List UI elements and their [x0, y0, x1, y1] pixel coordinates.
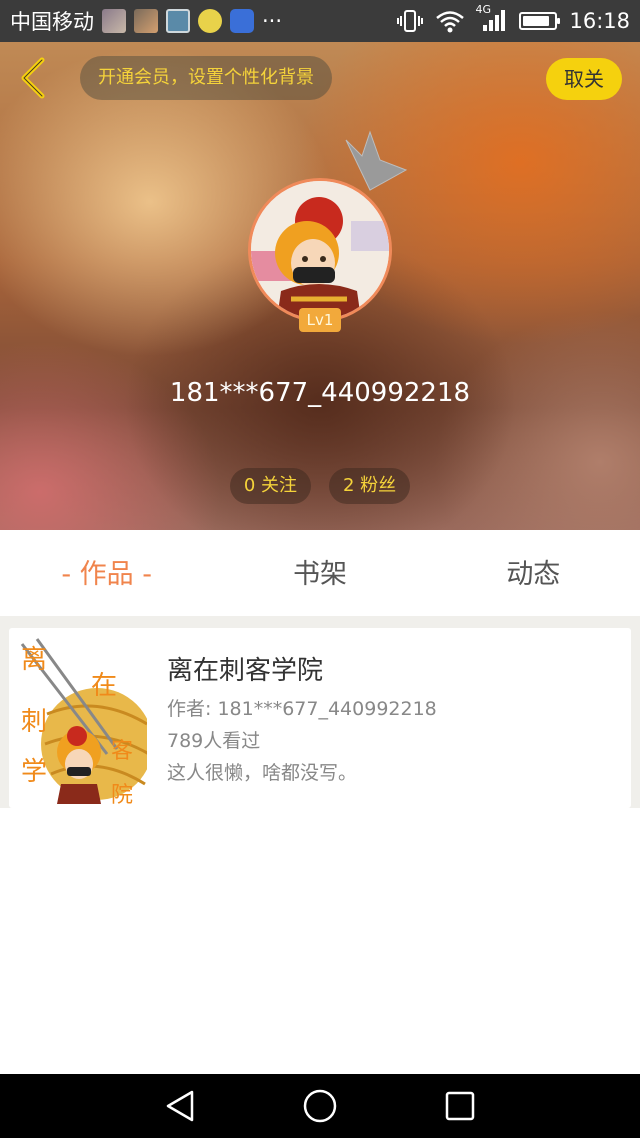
book-cover-image: 离 在 刺 学 院 客 [17, 634, 147, 804]
book-cover: 离 在 刺 学 院 客 [17, 634, 147, 804]
image-notification-icon [166, 9, 190, 33]
profile-header: 开通会员，设置个性化背景 取关 Lv1 181***677_440992218 … [0, 42, 640, 530]
triangle-back-icon [166, 1090, 194, 1122]
book-title: 离在刺客学院 [167, 656, 324, 686]
network-type-label: 4G [475, 3, 491, 16]
unfollow-button[interactable]: 取关 [546, 58, 622, 100]
profile-tabs: - 作品 - 书架 动态 [0, 530, 640, 616]
status-left: 中国移动 ··· [10, 6, 282, 36]
battery-icon [519, 12, 561, 30]
tab-works[interactable]: - 作品 - [0, 530, 213, 616]
avatar-image [251, 181, 389, 319]
cover-char-4: 学 [21, 757, 47, 787]
cover-char-2: 在 [91, 671, 117, 701]
status-bar: 中国移动 ··· 4G 16:18 [0, 0, 640, 42]
username: 181***677_440992218 [169, 378, 471, 408]
wifi-icon [436, 11, 465, 33]
avatar[interactable] [248, 178, 392, 322]
book-author: 作者: 181***677_440992218 [167, 698, 437, 720]
back-button[interactable] [14, 54, 54, 102]
chat-app-notification-icon [198, 9, 222, 33]
nav-back-button[interactable] [150, 1076, 210, 1136]
cover-char-1: 离 [21, 645, 47, 675]
gallery-notification-icon [102, 9, 126, 33]
cell-signal: 4G [475, 3, 507, 33]
followers-count[interactable]: 2 粉丝 [329, 468, 411, 504]
work-card[interactable]: 离 在 刺 学 院 客 离在刺客学院 作者: 181***677_4409922… [9, 628, 631, 808]
square-recents-icon [445, 1091, 475, 1121]
status-right: 4G 16:18 [397, 3, 630, 33]
tab-bookshelf[interactable]: 书架 [213, 530, 426, 616]
following-count[interactable]: 0 关注 [229, 468, 311, 504]
level-badge: Lv1 [299, 308, 341, 332]
vip-upgrade-banner[interactable]: 开通会员，设置个性化背景 [80, 56, 332, 100]
circle-home-icon [303, 1089, 337, 1123]
nav-home-button[interactable] [290, 1076, 350, 1136]
carrier-label: 中国移动 [10, 10, 94, 34]
battery-level [523, 16, 549, 26]
vibrate-icon [397, 10, 424, 32]
clock: 16:18 [569, 9, 630, 33]
cover-char-5: 院 [111, 783, 133, 804]
photo-notification-icon [134, 9, 158, 33]
follow-stats: 0 关注 2 粉丝 [0, 468, 640, 504]
system-nav-bar [0, 1074, 640, 1138]
divider [0, 616, 640, 628]
book-view-count: 789人看过 [167, 730, 261, 752]
cover-char-3: 刺 [21, 707, 47, 737]
chevron-left-icon [21, 57, 45, 99]
book-description: 这人很懒，啥都没写。 [167, 762, 358, 784]
cover-char-6: 客 [111, 739, 133, 764]
nav-recents-button[interactable] [430, 1076, 490, 1136]
more-notifications-icon: ··· [262, 9, 283, 33]
baidu-notification-icon [230, 9, 254, 33]
tab-activity[interactable]: 动态 [427, 530, 640, 616]
